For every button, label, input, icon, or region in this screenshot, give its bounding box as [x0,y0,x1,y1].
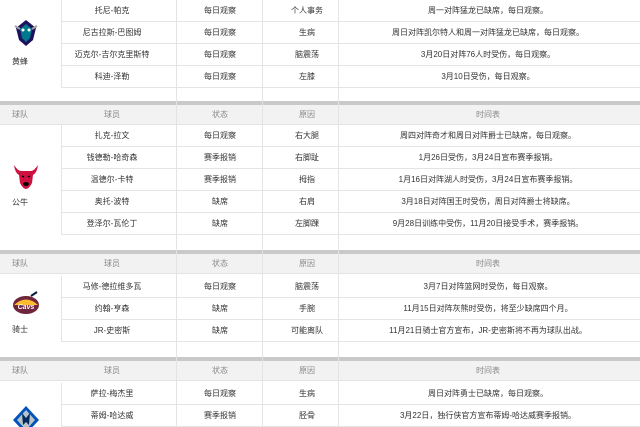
schedule-text: 周日对阵勇士已缺席，每日观察。 [428,389,548,398]
team-name: 骑士 [12,325,28,334]
status-text: 每日观察 [204,389,236,398]
hornets-logo-icon [14,20,38,46]
team-block-mavericks: 萨拉-梅杰里 每日观察 生病 周日对阵勇士已缺席，每日观察。 蒂姆-哈达威 赛季… [0,383,640,427]
schedule-text: 3月10日受伤，每日观察。 [441,72,535,81]
mavericks-logo-icon [13,406,39,427]
table-row: 约翰-亨森 缺席 手腕 11月15日对阵灰熊时受伤，将至少缺席四个月。 [62,298,640,320]
header-team: 球队 [12,366,28,375]
column-divider [176,0,177,427]
status-text: 每日观察 [204,6,236,15]
status-text: 每日观察 [204,131,236,140]
header-player: 球员 [104,259,120,268]
schedule-text: 3月20日对阵76人时受伤，每日观察。 [420,50,556,59]
status-text: 每日观察 [204,50,236,59]
schedule-text: 3月22日，独行侠官方宣布蒂姆-哈达威赛季报销。 [399,411,576,420]
schedule-text: 3月18日对阵国王时受伤，周日对阵爵士将缺席。 [401,197,575,206]
svg-text:Cavs: Cavs [18,304,35,311]
table-row: 奥托-波特 缺席 右肩 3月18日对阵国王时受伤，周日对阵爵士将缺席。 [62,191,640,213]
table-header: 球队 球员 状态 原因 时间表 [0,105,640,125]
player-name: 马修-德拉维多瓦 [82,282,142,291]
table-row: 钱德勒-哈奇森 赛季报销 右脚趾 1月26日受伤，3月24日宣布赛季报销。 [62,147,640,169]
table-row: 迈克尔-吉尔克里斯特 每日观察 脑震荡 3月20日对阵76人时受伤，每日观察。 [62,44,640,66]
header-schedule: 时间表 [476,366,500,375]
player-name: 奥托-波特 [94,197,130,206]
header-team: 球队 [12,110,28,119]
column-divider [262,0,263,427]
schedule-text: 周四对阵奇才和周日对阵爵士已缺席，每日观察。 [400,131,576,140]
player-name: JR-史密斯 [93,326,131,335]
status-text: 每日观察 [204,282,236,291]
schedule-text: 周日对阵凯尔特人和周一对阵猛龙已缺席，每日观察。 [392,28,584,37]
header-status: 状态 [212,110,228,119]
header-status: 状态 [212,259,228,268]
team-cell: 黄蜂 [0,0,62,88]
bulls-logo-icon [14,165,38,189]
schedule-text: 1月26日受伤，3月24日宣布赛季报销。 [418,153,558,162]
header-status: 状态 [212,366,228,375]
table-row: 扎克-拉文 每日观察 右大腿 周四对阵奇才和周日对阵爵士已缺席，每日观察。 [62,125,640,147]
status-text: 缺席 [212,219,228,228]
player-name: 约翰-亨森 [94,304,130,313]
team-cell: 公牛 [0,125,62,235]
status-text: 每日观察 [204,72,236,81]
header-player: 球员 [104,110,120,119]
status-text: 缺席 [212,304,228,313]
player-name: 温德尔-卡特 [90,175,134,184]
schedule-text: 周一对阵猛龙已缺席，每日观察。 [428,6,548,15]
header-schedule: 时间表 [476,110,500,119]
table-row: 登泽尔-瓦伦丁 缺席 左脚踝 9月28日训练中受伤，11月20日接受手术，赛季报… [62,213,640,235]
table-row: 马修-德拉维多瓦 每日观察 脑震荡 3月7日对阵篮网时受伤，每日观察。 [62,276,640,298]
team-block-hornets: 黄蜂 托尼-帕克 每日观察 个人事务 周一对阵猛龙已缺席，每日观察。 尼古拉斯-… [0,0,640,88]
player-name: 登泽尔-瓦伦丁 [86,219,138,228]
table-header: 球队 球员 状态 原因 时间表 [0,254,640,274]
status-text: 赛季报销 [204,411,236,420]
schedule-text: 11月21日骑士官方宣布，JR-史密斯将不再为球队出战。 [389,326,587,335]
team-block-cavaliers: Cavs 骑士 马修-德拉维多瓦 每日观察 脑震荡 3月7日对阵篮网时受伤，每日… [0,276,640,342]
player-name: 萨拉-梅杰里 [90,389,134,398]
player-name: 迈克尔-吉尔克里斯特 [74,50,150,59]
table-row: 萨拉-梅杰里 每日观察 生病 周日对阵勇士已缺席，每日观察。 [62,383,640,405]
player-name: 托尼-帕克 [94,6,130,15]
table-row: 温德尔-卡特 赛季报销 拇指 1月16日对阵湖人时受伤，3月24日宣布赛季报销。 [62,169,640,191]
schedule-text: 9月28日训练中受伤，11月20日接受手术，赛季报销。 [392,219,584,228]
status-text: 每日观察 [204,28,236,37]
team-cell: Cavs 骑士 [0,276,62,342]
table-row: 蒂姆-哈达威 赛季报销 胫骨 3月22日，独行侠官方宣布蒂姆-哈达威赛季报销。 [62,405,640,427]
player-name: 蒂姆-哈达威 [90,411,134,420]
table-row: JR-史密斯 缺席 可能离队 11月21日骑士官方宣布，JR-史密斯将不再为球队… [62,320,640,342]
header-player: 球员 [104,366,120,375]
schedule-text: 11月15日对阵灰熊时受伤，将至少缺席四个月。 [403,304,573,313]
table-header: 球队 球员 状态 原因 时间表 [0,361,640,381]
column-divider [338,0,339,427]
status-text: 缺席 [212,326,228,335]
status-text: 赛季报销 [204,153,236,162]
schedule-text: 1月16日对阵湖人时受伤，3月24日宣布赛季报销。 [398,175,578,184]
player-name: 尼古拉斯-巴图姆 [82,28,142,37]
status-text: 赛季报销 [204,175,236,184]
status-text: 缺席 [212,197,228,206]
team-block-bulls: 公牛 扎克-拉文 每日观察 右大腿 周四对阵奇才和周日对阵爵士已缺席，每日观察。… [0,125,640,235]
table-row: 尼古拉斯-巴图姆 每日观察 生病 周日对阵凯尔特人和周一对阵猛龙已缺席，每日观察… [62,22,640,44]
team-name: 公牛 [12,198,28,207]
player-name: 科迪-泽勒 [94,72,130,81]
schedule-text: 3月7日对阵篮网时受伤，每日观察。 [423,282,553,291]
table-row: 托尼-帕克 每日观察 个人事务 周一对阵猛龙已缺席，每日观察。 [62,0,640,22]
header-team: 球队 [12,259,28,268]
team-cell [0,383,62,427]
table-row: 科迪-泽勒 每日观察 左膝 3月10日受伤，每日观察。 [62,66,640,88]
team-name: 黄蜂 [12,57,28,66]
cavaliers-logo-icon: Cavs [13,291,39,314]
player-name: 钱德勒-哈奇森 [86,153,138,162]
player-name: 扎克-拉文 [94,131,130,140]
header-schedule: 时间表 [476,259,500,268]
